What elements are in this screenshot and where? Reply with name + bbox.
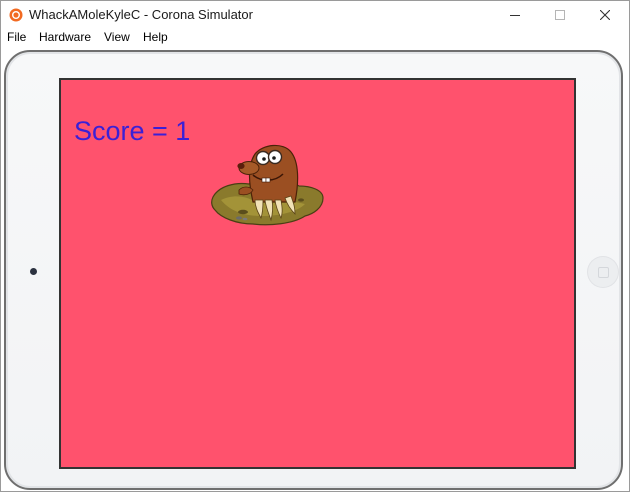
simulator-window: WhackAMoleKyleC - Corona Simulator File …	[0, 0, 630, 492]
mole-sprite[interactable]	[209, 142, 327, 228]
corona-app-icon	[9, 8, 23, 22]
close-button[interactable]	[583, 1, 629, 29]
game-screen[interactable]: Score = 1	[59, 78, 576, 469]
title-bar: WhackAMoleKyleC - Corona Simulator	[1, 1, 629, 29]
window-title: WhackAMoleKyleC - Corona Simulator	[29, 7, 253, 22]
maximize-button[interactable]	[538, 1, 584, 29]
front-camera-icon	[30, 268, 37, 275]
menu-bar: File Hardware View Help	[1, 29, 629, 47]
menu-view[interactable]: View	[104, 30, 130, 44]
minimize-icon	[510, 15, 520, 16]
score-label: Score = 1	[74, 116, 191, 146]
close-icon	[600, 10, 610, 20]
menu-file[interactable]: File	[7, 30, 26, 44]
menu-help[interactable]: Help	[143, 30, 168, 44]
device-skin-area: Score = 1	[1, 47, 629, 491]
menu-hardware[interactable]: Hardware	[39, 30, 91, 44]
ipad-frame: Score = 1	[4, 50, 623, 490]
home-button[interactable]	[588, 257, 618, 287]
minimize-button[interactable]	[493, 1, 539, 29]
maximize-icon	[555, 10, 565, 20]
home-square-icon	[598, 267, 609, 278]
